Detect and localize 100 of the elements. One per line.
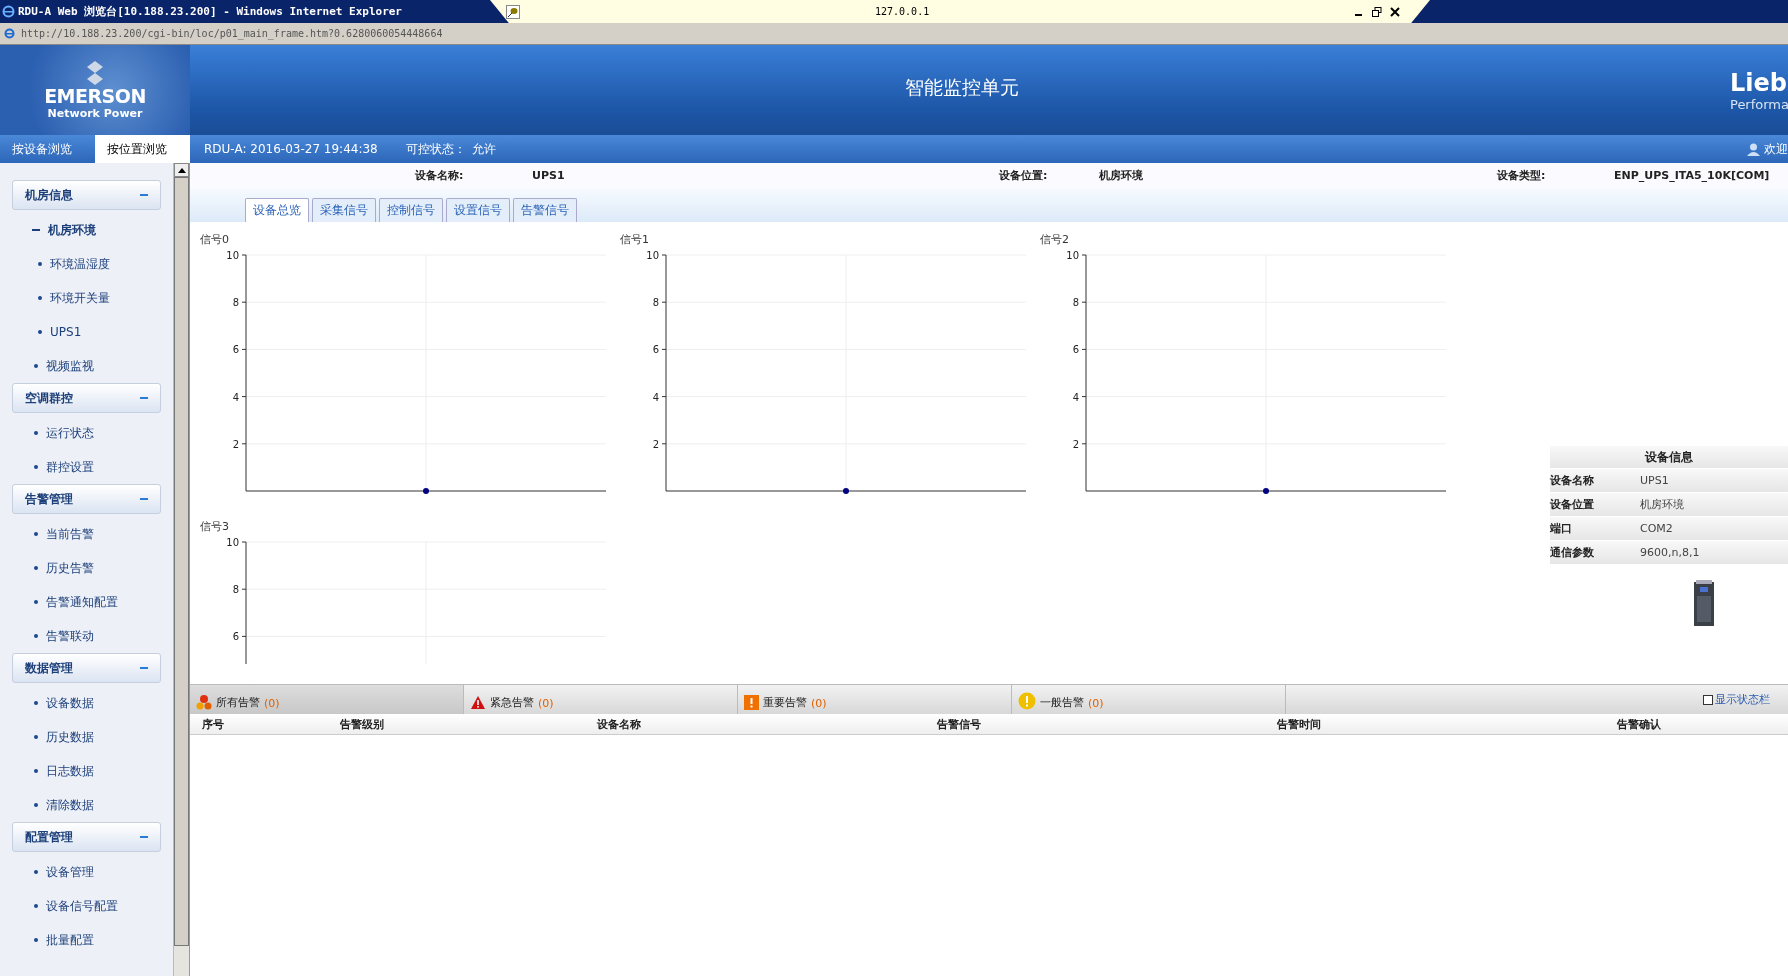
bullet-icon — [34, 465, 38, 469]
sidebar-item[interactable]: 运行状态 — [12, 416, 161, 450]
tick-label: 8 — [652, 297, 659, 309]
sidebar-item[interactable]: 告警联动 — [12, 619, 161, 653]
sidebar-item[interactable]: 视频监视 — [12, 349, 161, 383]
sidebar-item[interactable]: 机房环境 — [12, 213, 161, 247]
logo-icon — [87, 60, 103, 85]
sidebar-item[interactable]: 设备信号配置 — [12, 889, 161, 923]
logo-text: Lieb — [1730, 68, 1787, 97]
data-point — [843, 488, 849, 494]
tick-label: 8 — [232, 583, 239, 595]
close-icon[interactable] — [1390, 6, 1400, 17]
nav-tab[interactable]: 按位置浏览 — [95, 135, 190, 163]
chart-title: 信号1 — [620, 232, 649, 247]
status-checkbox[interactable]: 显示状态栏 — [1703, 685, 1788, 714]
bullet-icon — [34, 566, 38, 570]
logo-subtitle: Network Power — [47, 106, 143, 120]
bullet-icon — [34, 769, 38, 773]
group-title: 空调群控 — [25, 389, 73, 407]
bullet-icon — [34, 431, 38, 435]
info-label: 端口 — [1550, 521, 1573, 536]
sidebar-item[interactable]: 群控设置 — [12, 450, 161, 484]
field-label: 设备位置: — [999, 168, 1049, 183]
bullet-icon — [34, 938, 38, 942]
alarm-dots-icon — [196, 694, 212, 710]
sidebar-item[interactable]: 清除数据 — [12, 788, 161, 822]
device-tab[interactable]: 采集信号 — [312, 198, 376, 222]
chart-title: 信号2 — [1040, 232, 1069, 247]
bullet-icon — [34, 532, 38, 536]
column-header: 序号 — [202, 716, 225, 732]
sidebar-item[interactable]: 当前告警 — [12, 517, 161, 551]
sidebar-group[interactable]: 数据管理 — [12, 653, 161, 683]
nav-tab[interactable]: 按设备浏览 — [0, 135, 95, 163]
alarm-tab[interactable]: 所有告警 (0) — [190, 685, 464, 714]
address-text: http://10.188.23.200/cgi-bin/loc/p01_main_frame.htm?0.6280060054448664 — [21, 28, 443, 39]
tick-label: 4 — [232, 391, 239, 403]
field-value: UPS1 — [532, 169, 566, 182]
bullet-icon — [38, 330, 42, 334]
tick-label: 2 — [652, 438, 659, 450]
scrollbar[interactable] — [173, 163, 189, 976]
tick-label: 6 — [232, 344, 239, 356]
device-tab[interactable]: 设置信号 — [446, 198, 510, 222]
control-label: 可控状态： — [405, 140, 466, 158]
up-arrow-icon[interactable] — [177, 167, 186, 173]
bullet-icon — [34, 735, 38, 739]
info-label: 设备名称 — [1550, 473, 1595, 488]
bullet-icon — [34, 904, 38, 908]
device-tab[interactable]: 设备总览 — [245, 198, 309, 222]
tick-label: 2 — [1072, 438, 1079, 450]
data-point — [1263, 488, 1269, 494]
tick-label: 6 — [232, 630, 239, 642]
restore-icon[interactable] — [1372, 6, 1382, 17]
column-header: 告警级别 — [340, 716, 385, 732]
bullet-icon — [34, 634, 38, 638]
chart-title: 信号0 — [200, 232, 229, 247]
sidebar-item[interactable]: 批量配置 — [12, 923, 161, 957]
sidebar-item[interactable]: 告警通知配置 — [12, 585, 161, 619]
ups-cabinet-icon — [1694, 580, 1714, 626]
sidebar-group[interactable]: 配置管理 — [12, 822, 161, 852]
browser-icon — [4, 28, 15, 39]
bullet-icon — [38, 262, 42, 266]
tick-label: 4 — [652, 391, 659, 403]
checkbox[interactable] — [1703, 694, 1713, 705]
column-header: 告警时间 — [1277, 716, 1322, 732]
sidebar-item[interactable]: 环境开关量 — [12, 281, 161, 315]
field-value: ENP_UPS_ITA5_10K[COM] — [1614, 169, 1770, 182]
sidebar-group[interactable]: 机房信息 — [12, 180, 161, 210]
column-header: 告警信号 — [937, 716, 982, 732]
column-header: 告警确认 — [1617, 716, 1662, 732]
chart-title: 信号3 — [200, 518, 229, 534]
info-value: 9600,n,8,1 — [1640, 546, 1700, 559]
tick-label: 4 — [1072, 391, 1079, 403]
panel-title: 设备信息 — [1550, 446, 1788, 468]
timestamp: RDU-A: 2016-03-27 19:44:38 — [204, 141, 378, 158]
tick-label: 2 — [232, 438, 239, 450]
tick-label: 10 — [226, 250, 239, 261]
sidebar-item[interactable]: 设备管理 — [12, 855, 161, 889]
info-label: 设备位置 — [1550, 497, 1595, 512]
tick-label: 10 — [226, 536, 239, 548]
browser-icon — [2, 5, 15, 18]
tab-title[interactable]: 127.0.0.1 — [875, 6, 930, 17]
logo-subtitle: Performa — [1730, 96, 1788, 112]
group-title: 机房信息 — [25, 186, 73, 204]
sidebar-item[interactable]: 历史告警 — [12, 551, 161, 585]
sidebar-group[interactable]: 空调群控 — [12, 383, 161, 413]
sidebar-group[interactable]: 告警管理 — [12, 484, 161, 514]
device-tab[interactable]: 告警信号 — [513, 198, 577, 222]
bullet-icon — [34, 870, 38, 874]
sidebar-item[interactable]: 历史数据 — [12, 720, 161, 754]
window-title: RDU-A Web 浏览台[10.188.23.200] - Windows Internet Explorer — [18, 4, 402, 19]
tick-label: 6 — [652, 344, 659, 356]
tick-label: 8 — [232, 297, 239, 309]
sidebar-item[interactable]: 设备数据 — [12, 686, 161, 720]
control-value: 允许 — [471, 140, 496, 158]
info-value: 机房环境 — [1640, 497, 1684, 512]
tick-label: 10 — [1066, 250, 1079, 261]
device-tab[interactable]: 控制信号 — [379, 198, 443, 222]
sidebar-item[interactable]: 环境温湿度 — [12, 247, 161, 281]
sidebar-item[interactable]: UPS1 — [12, 315, 161, 349]
sidebar-item[interactable]: 日志数据 — [12, 754, 161, 788]
